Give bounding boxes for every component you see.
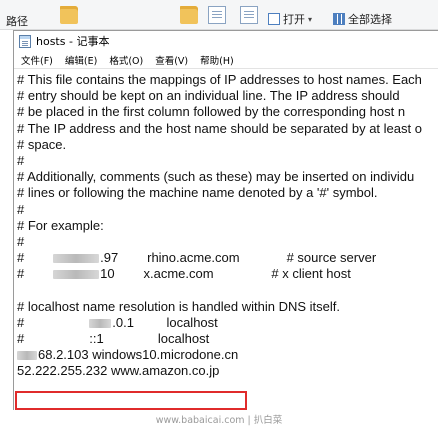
open-button[interactable]: 打开 ▾ [268, 11, 312, 27]
custom-host-line: 68.2.103 windows10.microdone.cn [17, 347, 438, 363]
blurred-ip [53, 270, 100, 280]
blurred-ip [89, 318, 112, 328]
copy-path-icon[interactable] [208, 6, 226, 24]
text-line [17, 282, 438, 298]
text-line: # For example: [17, 217, 104, 233]
ip-address: ::1 [89, 331, 104, 346]
host-name: windows10.microdone.cn [92, 347, 239, 363]
menu-bar: 文件(F) 编辑(E) 格式(O) 查看(V) 帮助(H) [14, 51, 438, 69]
select-all-button[interactable]: 全部选择 [333, 11, 392, 27]
text-line: # entry should be kept on an individual … [17, 88, 400, 104]
ip-tail: .97 [100, 250, 119, 266]
explorer-ribbon: 路径 打开 ▾ 全部选择 [0, 0, 438, 30]
text-line: # [17, 152, 25, 168]
folder-icon[interactable] [60, 6, 78, 24]
menu-format[interactable]: 格式(O) [109, 53, 143, 67]
localhost-line-ipv4: # .0.1 localhost [17, 314, 218, 330]
text-line: # localhost name resolution is handled w… [17, 298, 341, 314]
ip-tail: 68.2.103 [38, 347, 89, 363]
amazon-host-line: 52.222.255.232 www.amazon.co.jp [17, 363, 220, 379]
host-name: localhost [166, 314, 218, 330]
watermark: www.babaicai.com | 扒白菜 [155, 415, 283, 426]
text-line: # space. [17, 136, 67, 152]
menu-view[interactable]: 查看(V) [155, 53, 188, 67]
text-line: # Additionally, comments (such as these)… [17, 169, 415, 185]
host-name: localhost [157, 331, 210, 346]
host-name: x.acme.com [143, 266, 214, 282]
select-all-label: 全部选择 [348, 13, 392, 26]
text-line: # lines or following the machine name de… [17, 185, 378, 201]
menu-help[interactable]: 帮助(H) [200, 53, 234, 67]
text-line: # The IP address and the host name shoul… [17, 120, 422, 136]
host-comment: # source server [286, 250, 377, 266]
text-line: # be placed in the first column followed… [17, 104, 406, 120]
text-line: # [17, 233, 25, 249]
title-bar[interactable]: hosts - 记事本 [14, 31, 438, 51]
menu-file[interactable]: 文件(F) [21, 53, 53, 67]
highlight-box [15, 391, 247, 410]
open-icon [268, 13, 280, 25]
host-comment: # x client host [271, 266, 351, 282]
blurred-ip [17, 351, 37, 361]
path-label: 路径 [6, 15, 28, 28]
example-line-source-server: # .97 rhino.acme.com # source server [17, 250, 377, 266]
text-line: # [17, 201, 25, 217]
properties-icon[interactable] [240, 6, 258, 24]
notepad-window: hosts - 记事本 文件(F) 编辑(E) 格式(O) 查看(V) 帮助(H… [13, 30, 438, 410]
host-name: rhino.acme.com [147, 250, 240, 266]
example-line-client-host: # 10 x.acme.com # x client host [17, 266, 351, 282]
ip-tail: .0.1 [112, 314, 134, 330]
select-all-icon [333, 13, 345, 25]
notepad-icon [19, 34, 31, 48]
ip-tail: 10 [100, 266, 115, 282]
chevron-down-icon: ▾ [308, 14, 313, 24]
localhost-line-ipv6: # ::1 localhost [17, 331, 210, 346]
text-editor[interactable]: # This file contains the mappings of IP … [14, 69, 438, 411]
open-button-label: 打开 [283, 13, 305, 26]
folder-icon[interactable] [180, 6, 198, 24]
window-title: hosts - 记事本 [36, 35, 110, 48]
menu-edit[interactable]: 编辑(E) [65, 53, 97, 67]
text-line: # This file contains the mappings of IP … [17, 72, 422, 87]
blurred-ip [53, 254, 100, 264]
